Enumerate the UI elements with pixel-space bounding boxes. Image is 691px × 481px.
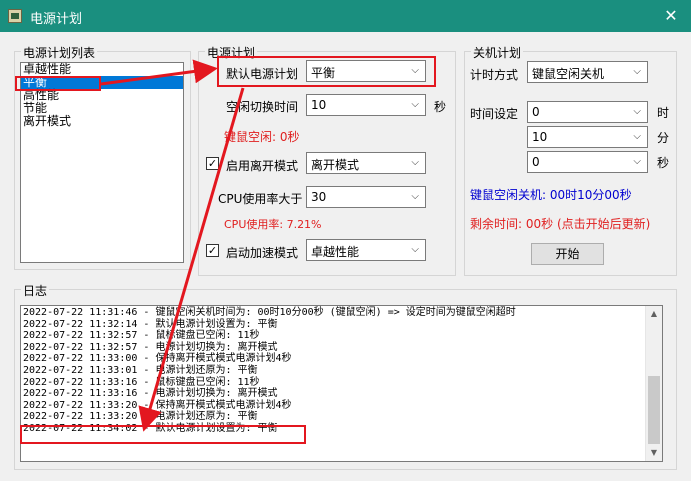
chevron-down-icon: ⌵ — [411, 65, 419, 76]
start-button[interactable]: 开始 — [531, 243, 604, 265]
default-plan-select[interactable]: 平衡 ⌵ — [306, 60, 426, 82]
idle-switch-unit: 秒 — [434, 100, 447, 114]
minute-value: 10 — [532, 130, 548, 144]
chevron-down-icon: ⌵ — [411, 244, 419, 255]
boost-value: 卓越性能 — [311, 245, 360, 259]
scroll-down-arrow-icon[interactable]: ▼ — [646, 445, 662, 461]
log-line: 2022-07-22 11:34:02 - 默认电源计划设置为: 平衡 — [23, 422, 278, 434]
log-line: 2022-07-22 11:33:20 - 保持离开模式模式电源计划4秒 — [23, 399, 292, 411]
chevron-down-icon: ⌵ — [633, 66, 641, 77]
away-mode-value: 离开模式 — [311, 158, 360, 172]
log-line: 2022-07-22 11:33:20 - 电源计划还原为: 平衡 — [23, 411, 258, 423]
plan-listbox[interactable]: 卓越性能 平衡 高性能 节能 离开模式 — [20, 62, 184, 263]
minute-select[interactable]: 10 ⌵ — [527, 126, 648, 148]
timing-select[interactable]: 键鼠空闲关机 ⌵ — [527, 61, 648, 83]
list-item[interactable]: 离开模式 — [21, 115, 183, 128]
away-mode-select[interactable]: 离开模式 ⌵ — [306, 152, 426, 174]
cpu-threshold-select[interactable]: 30 ⌵ — [306, 186, 426, 208]
enable-away-label: 启用离开模式 — [226, 159, 299, 173]
log-line: 2022-07-22 11:33:16 - 鼠标键盘已空闲: 11秒 — [23, 376, 260, 388]
checkmark-icon: ✓ — [207, 157, 218, 170]
chevron-down-icon: ⌵ — [411, 157, 419, 168]
minute-unit: 分 — [657, 131, 670, 145]
log-line: 2022-07-22 11:33:01 - 电源计划还原为: 平衡 — [23, 364, 258, 376]
second-select[interactable]: 0 ⌵ — [527, 151, 648, 173]
idle-switch-label: 空闲切换时间 — [226, 100, 299, 114]
log-textarea[interactable]: 2022-07-22 11:31:46 - 键鼠空闲关机时间为: 00时10分0… — [20, 305, 663, 462]
checkmark-icon: ✓ — [207, 244, 218, 257]
scroll-up-arrow-icon[interactable]: ▲ — [646, 306, 662, 322]
enable-away-checkbox[interactable]: ✓ — [206, 157, 219, 170]
cpu-usage-status: CPU使用率: 7.21% — [224, 218, 322, 231]
chevron-down-icon: ⌵ — [633, 106, 641, 117]
remaining-time-text: 剩余时间: 00秒 (点击开始后更新) — [470, 217, 651, 231]
idle-status-text: 键鼠空闲: 0秒 — [224, 130, 300, 144]
chevron-down-icon: ⌵ — [411, 99, 419, 110]
log-line: 2022-07-22 11:32:57 - 电源计划切换为: 离开模式 — [23, 341, 278, 353]
idle-switch-value: 10 — [311, 98, 327, 112]
power-plan-title: 电源计划 — [205, 44, 258, 61]
plan-list-title: 电源计划列表 — [21, 44, 98, 61]
title-bar: 电源计划 ✕ — [0, 0, 691, 32]
cpu-threshold-value: 30 — [311, 190, 327, 204]
timing-label: 计时方式 — [470, 68, 519, 82]
hour-unit: 时 — [657, 106, 670, 120]
second-value: 0 — [532, 155, 540, 169]
app-icon — [8, 9, 22, 23]
default-plan-value: 平衡 — [311, 66, 336, 80]
cpu-threshold-label: CPU使用率大于 — [218, 192, 303, 206]
chevron-down-icon: ⌵ — [633, 156, 641, 167]
shutdown-status-text: 键鼠空闲关机: 00时10分00秒 — [470, 188, 632, 202]
shutdown-plan-title: 关机计划 — [471, 44, 524, 61]
timing-value: 键鼠空闲关机 — [532, 67, 605, 81]
hour-select[interactable]: 0 ⌵ — [527, 101, 648, 123]
time-setting-label: 时间设定 — [470, 107, 519, 121]
boost-label: 启动加速模式 — [226, 246, 299, 260]
chevron-down-icon: ⌵ — [411, 191, 419, 202]
log-line: 2022-07-22 11:33:16 - 电源计划切换为: 离开模式 — [23, 388, 278, 400]
log-line: 2022-07-22 11:33:00 - 保持离开模式模式电源计划4秒 — [23, 353, 292, 365]
close-button[interactable]: ✕ — [651, 0, 691, 32]
second-unit: 秒 — [657, 156, 670, 170]
log-line: 2022-07-22 11:31:46 - 键鼠空闲关机时间为: 00时10分0… — [23, 307, 516, 318]
window-title: 电源计划 — [30, 12, 83, 27]
chevron-down-icon: ⌵ — [633, 131, 641, 142]
idle-switch-select[interactable]: 10 ⌵ — [306, 94, 426, 116]
log-line: 2022-07-22 11:32:57 - 鼠标键盘已空闲: 11秒 — [23, 330, 260, 342]
scroll-thumb[interactable] — [648, 376, 660, 444]
default-plan-label: 默认电源计划 — [226, 67, 299, 81]
log-line: 2022-07-22 11:32:14 - 默认电源计划设置为: 平衡 — [23, 318, 278, 330]
boost-checkbox[interactable]: ✓ — [206, 244, 219, 257]
hour-value: 0 — [532, 105, 540, 119]
log-scrollbar[interactable]: ▲ ▼ — [645, 306, 662, 461]
log-title: 日志 — [21, 282, 50, 299]
boost-select[interactable]: 卓越性能 ⌵ — [306, 239, 426, 261]
